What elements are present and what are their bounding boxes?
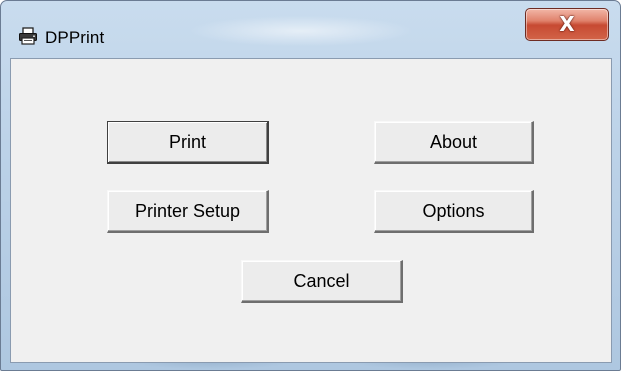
- about-button[interactable]: About: [374, 121, 534, 164]
- dialog-client-area: Print About Printer Setup Options Cancel: [10, 58, 612, 363]
- close-icon: X: [559, 12, 575, 36]
- printer-setup-button[interactable]: Printer Setup: [107, 190, 269, 233]
- printer-icon: [19, 27, 37, 45]
- cancel-button[interactable]: Cancel: [241, 260, 403, 303]
- close-button[interactable]: X: [525, 8, 609, 41]
- dpprint-window: DPPrint X Print About Printer Setup Opti…: [0, 0, 621, 371]
- print-button[interactable]: Print: [107, 121, 269, 164]
- options-button[interactable]: Options: [374, 190, 534, 233]
- title-bar[interactable]: DPPrint X: [1, 1, 620, 61]
- window-title: DPPrint: [45, 28, 105, 47]
